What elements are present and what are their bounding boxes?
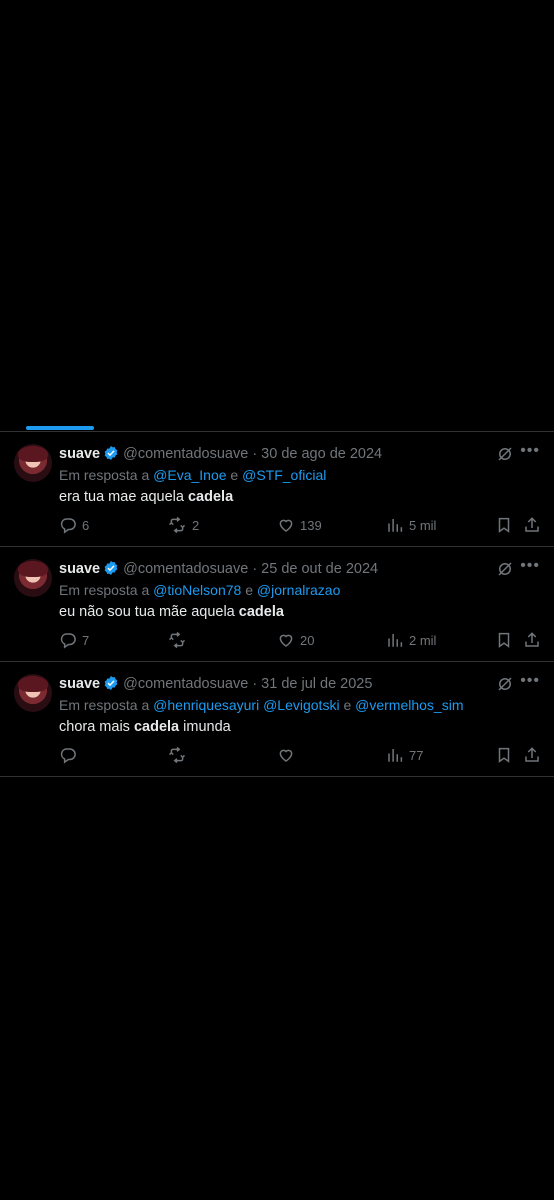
bookmark-button[interactable]: [495, 746, 513, 764]
mention-link[interactable]: @STF_oficial: [242, 467, 326, 483]
mention-link[interactable]: @tioNelson78: [153, 582, 241, 598]
views-icon: [388, 634, 403, 647]
retweet-icon: [168, 631, 186, 649]
avatar[interactable]: [14, 559, 52, 597]
tweet[interactable]: suave @comentadosuave · 25 de out de 2024…: [0, 547, 554, 662]
display-name[interactable]: suave: [59, 446, 100, 462]
grok-icon[interactable]: [496, 675, 514, 693]
bookmark-button[interactable]: [495, 516, 513, 534]
view-count: 77: [409, 747, 424, 763]
like-icon: [279, 519, 293, 532]
tweet-text: eu não sou tua mãe aquela cadela: [59, 604, 284, 620]
mention-link[interactable]: @henriquesayuri: [153, 697, 259, 713]
reply-prefix: Em resposta a: [59, 582, 154, 598]
tweet-text: chora mais cadela imunda: [59, 719, 231, 735]
mention-separator: e: [339, 697, 356, 713]
action-bar: 77: [59, 746, 544, 766]
tweet-text-highlight: cadela: [187, 489, 234, 505]
reply-prefix: Em resposta a: [59, 697, 154, 713]
share-icon: [525, 517, 539, 532]
like-button[interactable]: 20: [277, 631, 314, 649]
like-button[interactable]: [277, 746, 300, 764]
verified-icon: [104, 446, 118, 460]
mention-link[interactable]: @Eva_Inoe: [153, 467, 226, 483]
like-button[interactable]: 139: [277, 516, 322, 534]
action-bar: 7 20 2 mil: [59, 631, 544, 651]
like-icon: [279, 749, 293, 762]
bookmark-icon: [498, 517, 510, 533]
tweet-feed: suave @comentadosuave · 30 de ago de 2024…: [0, 431, 554, 777]
mention-link[interactable]: @Levigotski: [263, 697, 339, 713]
retweet-icon: [168, 746, 186, 764]
view-count: 2 mil: [409, 632, 437, 648]
display-name[interactable]: suave: [59, 676, 100, 692]
retweet-button[interactable]: 2: [167, 516, 199, 534]
reply-context: Em resposta a @Eva_Inoe e @STF_oficial: [59, 467, 326, 483]
tweet-text-highlight: cadela: [238, 604, 284, 620]
avatar[interactable]: [14, 444, 52, 482]
retweet-button[interactable]: [167, 631, 192, 649]
views-button[interactable]: 5 mil: [386, 516, 436, 534]
mention-link[interactable]: @vermelhos_sim: [355, 697, 463, 713]
display-name[interactable]: suave: [59, 561, 100, 577]
tweet-text-part: chora mais: [59, 719, 134, 735]
verified-icon: [104, 561, 118, 575]
retweet-icon: [168, 516, 186, 534]
mention-link[interactable]: @jornalrazao: [257, 582, 340, 598]
tweet-text-highlight: cadela: [133, 719, 180, 735]
views-button[interactable]: 77: [386, 746, 423, 764]
like-count: 20: [300, 632, 315, 648]
share-icon: [525, 632, 539, 647]
reply-icon: [60, 518, 76, 534]
reply-count: 7: [82, 632, 90, 648]
reply-icon: [60, 633, 76, 649]
view-count: 5 mil: [409, 517, 437, 533]
handle[interactable]: @comentadosuave: [123, 561, 248, 577]
views-icon: [388, 519, 403, 532]
bookmark-button[interactable]: [495, 631, 513, 649]
timestamp[interactable]: · 25 de out de 2024: [252, 561, 378, 577]
like-icon: [279, 634, 293, 647]
tweet[interactable]: suave @comentadosuave · 30 de ago de 2024…: [0, 432, 554, 547]
bookmark-icon: [498, 632, 510, 648]
mention-separator: e: [226, 467, 243, 483]
share-button[interactable]: [523, 746, 541, 764]
bookmark-icon: [498, 747, 510, 763]
reply-button[interactable]: [59, 746, 82, 764]
reply-context: Em resposta a @henriquesayuri @Levigotsk…: [59, 697, 464, 713]
timestamp[interactable]: · 31 de jul de 2025: [252, 676, 372, 692]
retweet-button[interactable]: [167, 746, 192, 764]
avatar[interactable]: [14, 674, 52, 712]
tweet-text-part: era tua mae aquela: [59, 489, 188, 505]
tweet-text-part: imunda: [179, 719, 231, 735]
like-count: 139: [300, 517, 322, 533]
share-button[interactable]: [523, 631, 541, 649]
tweet-text-part: eu não sou tua mãe aquela: [59, 604, 239, 620]
action-bar: 6 2 139 5 mil: [59, 516, 544, 536]
tweet-text: era tua mae aquela cadela: [59, 489, 233, 505]
more-icon[interactable]: •••: [520, 442, 540, 460]
reply-button[interactable]: 7: [59, 631, 89, 649]
reply-icon: [60, 748, 76, 764]
share-icon: [525, 747, 539, 762]
timestamp[interactable]: · 30 de ago de 2024: [252, 446, 382, 462]
reply-count: 6: [82, 517, 90, 533]
reply-prefix: Em resposta a: [59, 467, 154, 483]
grok-icon[interactable]: [496, 560, 514, 578]
views-icon: [388, 749, 403, 762]
handle[interactable]: @comentadosuave: [123, 676, 248, 692]
mention-separator: e: [241, 582, 257, 598]
share-button[interactable]: [523, 516, 541, 534]
tweet[interactable]: suave @comentadosuave · 31 de jul de 2025…: [0, 662, 554, 777]
verified-icon: [104, 676, 118, 690]
more-icon[interactable]: •••: [520, 672, 540, 690]
reply-context: Em resposta a @tioNelson78 e @jornalraza…: [59, 582, 340, 598]
grok-icon[interactable]: [496, 445, 514, 463]
tab-indicator: [26, 426, 94, 430]
handle[interactable]: @comentadosuave: [123, 446, 248, 462]
views-button[interactable]: 2 mil: [386, 631, 436, 649]
reply-button[interactable]: 6: [59, 516, 89, 534]
more-icon[interactable]: •••: [520, 557, 540, 575]
retweet-count: 2: [192, 517, 200, 533]
